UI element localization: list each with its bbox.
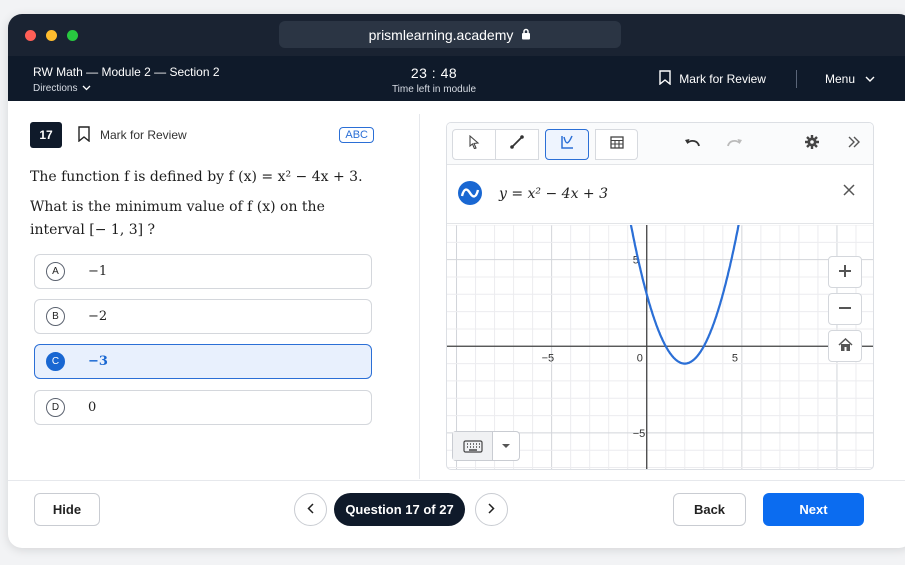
line-tool-icon [509,134,525,155]
plus-icon [838,261,852,284]
zoom-in-button[interactable] [828,256,862,288]
y-tick-label: −5 [633,428,646,440]
zoom-out-button[interactable] [828,293,862,325]
chevron-down-icon [865,72,875,86]
graph-tool-icon [559,134,575,155]
header-divider [795,70,797,88]
question-prompt: What is the minimum value of f (x) on th… [30,199,325,238]
header-mark-for-review-button[interactable]: Mark for Review [659,70,766,88]
back-button[interactable]: Back [673,493,746,526]
answer-choice-b[interactable]: B −2 [34,299,372,334]
directions-label: Directions [33,83,78,94]
expression-row[interactable]: y = x² − 4x + 3 [447,165,873,224]
choice-text: −1 [88,264,108,279]
undo-icon [683,135,701,153]
maximize-window-button[interactable] [67,30,78,41]
redo-icon [726,135,744,153]
reset-view-button[interactable] [828,330,862,362]
bookmark-icon [78,125,90,145]
bookmark-icon [659,70,671,88]
choice-letter: B [46,307,65,326]
browser-titlebar: prismlearning.academy [8,14,905,56]
keyboard-icon [453,432,493,460]
table-tool-button[interactable] [595,129,638,160]
panel-divider [419,114,420,479]
header-mark-label: Mark for Review [679,72,766,86]
calculator-toolbar [447,123,873,165]
redo-button[interactable] [725,134,745,154]
line-tool-button[interactable] [496,129,539,160]
undo-button[interactable] [682,134,702,154]
close-icon [843,180,855,200]
x-tick-label: 0 [637,352,643,364]
minus-icon [838,298,852,321]
settings-icon [804,134,820,155]
hide-button[interactable]: Hide [34,493,100,526]
choice-text: −3 [88,354,108,369]
settings-button[interactable] [802,134,822,154]
x-tick-label: 5 [732,352,738,364]
mark-for-review-button[interactable]: Mark for Review [78,125,187,145]
pointer-icon [468,134,480,154]
chevron-down-icon [82,83,91,94]
countdown-timer: 23 : 48 [410,65,458,81]
section-title: RW Math — Module 2 — Section 2 [33,65,220,79]
graph-tool-button[interactable] [545,129,589,160]
choice-letter: D [46,398,65,417]
choice-text: 0 [88,400,97,415]
next-button[interactable]: Next [763,493,864,526]
directions-toggle[interactable]: Directions [33,83,220,94]
app-window: prismlearning.academy RW Math — Module 2… [8,14,905,548]
question-navigator-button[interactable]: Question 17 of 27 [334,493,465,526]
abc-eliminator-toggle[interactable]: ABC [339,127,374,143]
x-tick-label: −5 [542,352,555,364]
lock-icon [521,27,531,43]
menu-button[interactable]: Menu [825,72,875,86]
home-icon [837,335,853,358]
pointer-tool-button[interactable] [452,129,496,160]
previous-question-button[interactable] [294,493,327,526]
url-bar[interactable]: prismlearning.academy [279,21,621,48]
minimize-window-button[interactable] [46,30,57,41]
expand-button[interactable] [844,134,864,154]
expression-text: y = x² − 4x + 3 [499,186,609,202]
menu-label: Menu [824,72,855,86]
answer-choice-d[interactable]: D0 [34,390,372,425]
question-stem: The function f is defined by f (x) = x² … [30,169,363,185]
next-question-arrow-button[interactable] [475,493,508,526]
graphing-calculator: y = x² − 4x + 3 −5 0 5 5 −5 [446,122,874,470]
close-window-button[interactable] [25,30,36,41]
footer-divider [8,480,905,481]
remove-expression-button[interactable] [843,180,855,201]
chevron-right-icon [488,501,495,519]
keypad-toggle[interactable] [452,431,520,461]
table-icon [609,135,624,154]
choice-letter: A [46,262,65,281]
answer-choice-c[interactable]: C −3 [34,344,372,379]
answer-choice-a[interactable]: A −1 [34,254,372,289]
question-panel: 17 Mark for Review ABC The function f is… [30,122,380,242]
url-text: prismlearning.academy [368,26,514,43]
test-header: RW Math — Module 2 — Section 2 Direction… [8,56,905,101]
choice-letter: C [46,352,65,371]
timer-label: Time left in module [391,84,477,95]
mark-for-review-label: Mark for Review [100,128,187,142]
expand-icon [847,135,861,153]
question-number-badge: 17 [30,122,62,148]
caret-down-icon [493,432,519,460]
choice-text: −2 [88,309,108,324]
desmos-logo-icon [458,181,482,205]
chevron-left-icon [307,501,314,519]
